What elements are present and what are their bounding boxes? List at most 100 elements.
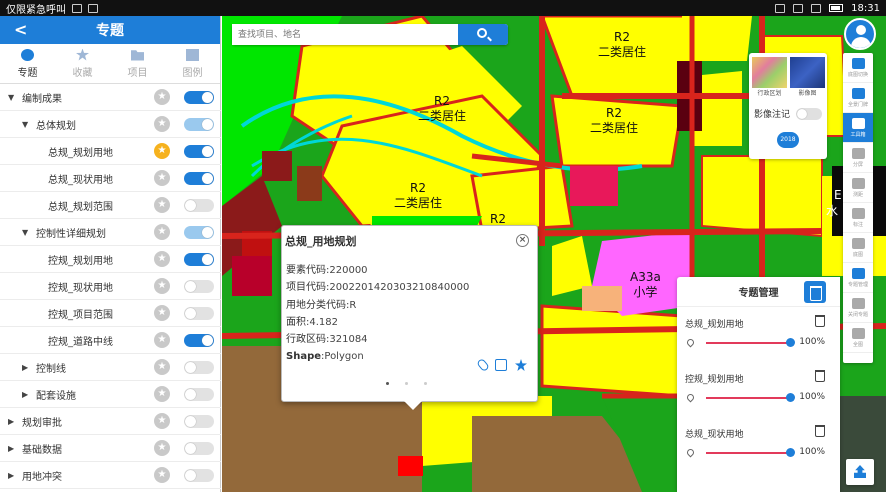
- favorite-star-icon[interactable]: ★: [154, 89, 170, 105]
- tab-topics[interactable]: 专题: [0, 44, 55, 83]
- favorite-star-icon[interactable]: ★: [154, 359, 170, 375]
- basemap-thumb-imagery[interactable]: 影像图: [790, 57, 825, 97]
- trash-icon[interactable]: [815, 315, 825, 327]
- opacity-slider[interactable]: [706, 342, 790, 344]
- locate-button[interactable]: [846, 459, 874, 485]
- layer-toggle[interactable]: [184, 172, 214, 185]
- layer-toggle[interactable]: [184, 199, 214, 212]
- tab-label: 项目: [127, 67, 148, 79]
- toolbar-item[interactable]: 分屏: [843, 143, 873, 173]
- caret-right-icon[interactable]: ▶: [8, 471, 18, 480]
- tree-row[interactable]: ▶ 配套设施 ★: [0, 381, 221, 408]
- tree-row[interactable]: 控规_规划用地 ★: [0, 246, 221, 273]
- favorite-star-icon[interactable]: ★: [154, 197, 170, 213]
- layer-toggle[interactable]: [184, 469, 214, 482]
- caret-right-icon[interactable]: ▶: [22, 390, 32, 399]
- tree-row[interactable]: ▶ 用地冲突 ★: [0, 462, 221, 489]
- field-key: 行政区码: [286, 334, 326, 346]
- favorite-star-icon[interactable]: ★: [154, 467, 170, 483]
- opacity-value: 100%: [799, 337, 825, 347]
- attachment-icon[interactable]: [476, 357, 490, 373]
- layer-toggle[interactable]: [184, 145, 214, 158]
- tree-row[interactable]: 控规_道路中线 ★: [0, 327, 221, 354]
- year-button[interactable]: 2018: [777, 132, 799, 148]
- favorite-star-icon[interactable]: ★: [154, 170, 170, 186]
- user-avatar[interactable]: [844, 18, 876, 50]
- search-input[interactable]: [232, 24, 458, 45]
- toolbar-label: 全图: [852, 341, 863, 348]
- toolbar-item[interactable]: 测距: [843, 173, 873, 203]
- caret-right-icon[interactable]: ▶: [8, 417, 18, 426]
- opacity-slider[interactable]: [706, 397, 790, 399]
- back-arrow-icon[interactable]: <: [14, 20, 27, 39]
- imagery-note-toggle[interactable]: [796, 107, 823, 120]
- toolbar-item[interactable]: 底图: [843, 233, 873, 263]
- popup-field: 用地分类代码:R: [286, 299, 357, 311]
- document-icon[interactable]: [495, 359, 507, 371]
- layer-toggle[interactable]: [184, 253, 214, 266]
- caret-right-icon[interactable]: ▶: [22, 363, 32, 372]
- layer-toggle[interactable]: [184, 334, 214, 347]
- tree-row[interactable]: ▶ 基础数据 ★: [0, 435, 221, 462]
- tab-projects[interactable]: 项目: [110, 44, 165, 83]
- tree-row[interactable]: ▼ 编制成果 ★: [0, 84, 221, 111]
- toolbar-item[interactable]: 工具箱: [843, 113, 873, 143]
- toolbar-item[interactable]: 标注: [843, 203, 873, 233]
- layer-toggle[interactable]: [184, 442, 214, 455]
- close-icon[interactable]: ×: [516, 234, 529, 247]
- tree-row[interactable]: 控规_现状用地 ★: [0, 273, 221, 300]
- layer-toggle[interactable]: [184, 388, 214, 401]
- favorite-star-icon[interactable]: ★: [154, 332, 170, 348]
- delete-all-button[interactable]: [804, 281, 826, 303]
- favorite-star-icon[interactable]: ★: [154, 116, 170, 132]
- favorite-star-icon[interactable]: [515, 359, 527, 371]
- opacity-slider[interactable]: [706, 452, 790, 454]
- caret-right-icon[interactable]: ▶: [8, 444, 18, 453]
- favorite-star-icon[interactable]: ★: [154, 413, 170, 429]
- tree-row[interactable]: ▼ 控制性详细规划 ★: [0, 219, 221, 246]
- page-dot[interactable]: [386, 382, 389, 385]
- tree-row[interactable]: 控规_项目范围 ★: [0, 300, 221, 327]
- page-dot[interactable]: [405, 382, 408, 385]
- tab-legend[interactable]: 图例: [165, 44, 220, 83]
- favorite-star-icon[interactable]: ★: [154, 224, 170, 240]
- toolbar-item[interactable]: 关闭专题: [843, 293, 873, 323]
- layer-toggle[interactable]: [184, 415, 214, 428]
- tree-row[interactable]: ▶ 控制线 ★: [0, 354, 221, 381]
- tree-row[interactable]: 总规_规划范围 ★: [0, 192, 221, 219]
- trash-icon[interactable]: [815, 370, 825, 382]
- caret-down-icon[interactable]: ▼: [22, 120, 32, 129]
- topic-manager: 专题管理 总规_规划用地 100% 控规_规划用地 100% 总规_现状用地 100%: [677, 277, 840, 492]
- caret-down-icon[interactable]: ▼: [22, 228, 32, 237]
- tree-row[interactable]: ▼ 总体规划 ★: [0, 111, 221, 138]
- slider-handle[interactable]: [786, 448, 795, 457]
- toolbar-item[interactable]: 底图切换: [843, 53, 873, 83]
- basemap-preview: [752, 57, 787, 88]
- layer-toggle[interactable]: [184, 91, 214, 104]
- toolbar-item[interactable]: 全图: [843, 323, 873, 353]
- caret-down-icon[interactable]: ▼: [8, 93, 18, 102]
- tree-row[interactable]: ▶ 规划审批 ★: [0, 408, 221, 435]
- slider-handle[interactable]: [786, 338, 795, 347]
- favorite-star-icon[interactable]: ★: [154, 143, 170, 159]
- slider-handle[interactable]: [786, 393, 795, 402]
- layer-toggle[interactable]: [184, 118, 214, 131]
- tab-favorites[interactable]: 收藏: [55, 44, 110, 83]
- layer-toggle[interactable]: [184, 361, 214, 374]
- favorite-star-icon[interactable]: ★: [154, 251, 170, 267]
- toolbar-item[interactable]: 全景门牌: [843, 83, 873, 113]
- search-button[interactable]: [458, 24, 508, 45]
- favorite-star-icon[interactable]: ★: [154, 305, 170, 321]
- page-dot[interactable]: [424, 382, 427, 385]
- tree-row[interactable]: 总规_规划用地 ★: [0, 138, 221, 165]
- favorite-star-icon[interactable]: ★: [154, 278, 170, 294]
- layer-toggle[interactable]: [184, 307, 214, 320]
- layer-toggle[interactable]: [184, 226, 214, 239]
- tree-row[interactable]: 总规_现状用地 ★: [0, 165, 221, 192]
- favorite-star-icon[interactable]: ★: [154, 440, 170, 456]
- basemap-thumb-admin[interactable]: 行政区划: [752, 57, 787, 97]
- toolbar-item[interactable]: 专题管理: [843, 263, 873, 293]
- favorite-star-icon[interactable]: ★: [154, 386, 170, 402]
- trash-icon[interactable]: [815, 425, 825, 437]
- layer-toggle[interactable]: [184, 280, 214, 293]
